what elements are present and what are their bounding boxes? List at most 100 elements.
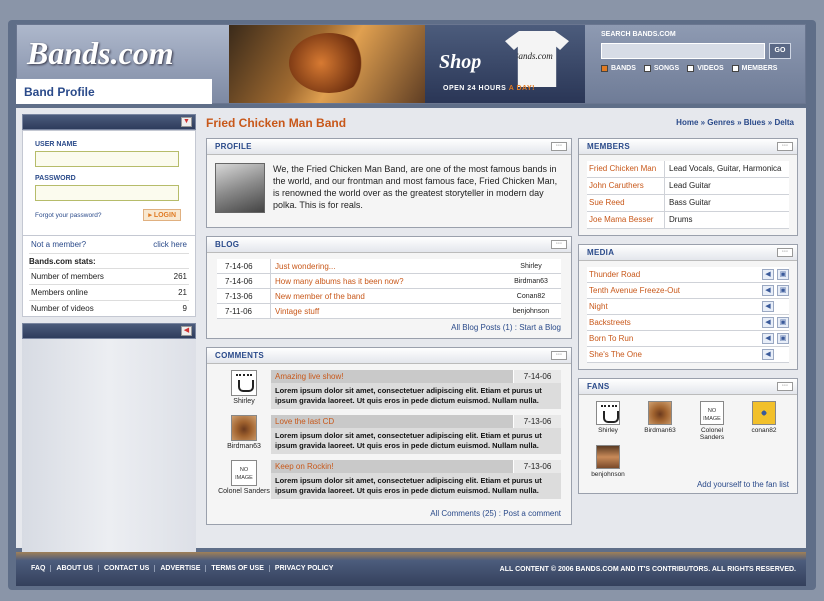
breadcrumb[interactable]: Home » Genres » Blues » Delta — [676, 118, 794, 127]
comment-title-link[interactable]: Love the last CD — [271, 415, 513, 428]
filter-checkbox[interactable] — [601, 65, 608, 72]
video-play-icon[interactable]: ▣ — [777, 317, 789, 328]
fan-name[interactable]: Shirley — [587, 427, 629, 434]
footer-link-advertise[interactable]: ADVERTISE — [155, 565, 207, 572]
comment-date: 7-13-06 — [513, 460, 561, 473]
forgot-password-link[interactable]: Forgot your password? — [35, 212, 101, 219]
comment-author-name[interactable]: Shirley — [217, 398, 271, 405]
footer-link-contact-us[interactable]: CONTACT US — [99, 565, 156, 572]
avatar[interactable] — [231, 415, 257, 441]
blog-post-title-link[interactable]: Just wondering... — [271, 262, 501, 271]
avatar[interactable] — [231, 370, 257, 396]
comment-author[interactable]: NO IMAGE Colonel Sanders — [217, 460, 271, 499]
blog-post-title-link[interactable]: New member of the band — [271, 292, 501, 301]
fan-avatar[interactable] — [648, 401, 672, 425]
login-button[interactable]: ▸ LOGIN — [143, 209, 181, 221]
fan-item[interactable]: Shirley — [587, 401, 629, 441]
media-title-link[interactable]: She's The One — [587, 350, 759, 359]
collapse-down-icon[interactable]: ▼ — [181, 117, 192, 127]
password-input[interactable] — [35, 185, 179, 201]
media-title-link[interactable]: Born To Run — [587, 334, 759, 343]
panel-toggle-icon[interactable]: ◦◦◦ — [551, 240, 567, 249]
video-play-icon[interactable]: ▣ — [777, 285, 789, 296]
search-input[interactable] — [601, 43, 765, 59]
footer-link-privacy-policy[interactable]: PRIVACY POLICY — [270, 565, 338, 572]
comment-title-link[interactable]: Amazing live show! — [271, 370, 513, 383]
fan-name[interactable]: benjohnson — [587, 471, 629, 478]
audio-play-icon[interactable]: ◀ — [762, 269, 774, 280]
fan-item[interactable]: NO IMAGE Colonel Sanders — [691, 401, 733, 441]
fan-name[interactable]: conan82 — [743, 427, 785, 434]
stat-label: Members online — [31, 288, 88, 297]
stat-label: Number of videos — [31, 304, 94, 313]
filter-songs[interactable]: SONGS — [643, 65, 679, 72]
blog-post-author[interactable]: Birdman63 — [501, 278, 561, 285]
filter-checkbox[interactable] — [687, 65, 695, 72]
member-row: John Caruthers Lead Guitar — [587, 178, 789, 195]
filter-checkbox[interactable] — [731, 65, 739, 72]
comment-title-link[interactable]: Keep on Rockin! — [271, 460, 513, 473]
comment-author-name[interactable]: Colonel Sanders — [217, 488, 271, 495]
blog-post-title-link[interactable]: Vintage stuff — [271, 307, 501, 316]
fan-item[interactable]: benjohnson — [587, 445, 629, 478]
media-title-link[interactable]: Night — [587, 302, 759, 311]
fan-avatar[interactable] — [596, 445, 620, 469]
fan-avatar[interactable] — [596, 401, 620, 425]
audio-play-icon[interactable]: ◀ — [762, 301, 774, 312]
blog-footer-links[interactable]: All Blog Posts (1) : Start a Blog — [217, 319, 561, 332]
panel-toggle-icon[interactable]: ◦◦◦ — [551, 351, 567, 360]
fan-item[interactable]: conan82 — [743, 401, 785, 441]
panel-toggle-icon[interactable]: ◦◦◦ — [777, 142, 793, 151]
filter-bands[interactable]: BANDS — [601, 65, 636, 72]
section-title: Band Profile — [24, 85, 95, 99]
shop-promo[interactable]: Shop Bands.com OPEN 24 HOURS A DAY! — [425, 25, 585, 103]
blog-post-title-link[interactable]: How many albums has it been now? — [271, 277, 501, 286]
sidebar-panel-header: ◀ — [22, 323, 196, 339]
comments-footer-links[interactable]: All Comments (25) : Post a comment — [217, 505, 561, 518]
audio-play-icon[interactable]: ◀ — [762, 349, 774, 360]
comment-author[interactable]: Shirley — [217, 370, 271, 409]
avatar[interactable]: NO IMAGE — [231, 460, 257, 486]
audio-play-icon[interactable]: ◀ — [762, 333, 774, 344]
panel-toggle-icon[interactable]: ◦◦◦ — [551, 142, 567, 151]
username-input[interactable] — [35, 151, 179, 167]
video-play-icon[interactable]: ▣ — [777, 333, 789, 344]
media-title-link[interactable]: Thunder Road — [587, 270, 759, 279]
media-title-link[interactable]: Tenth Avenue Freeze-Out — [587, 286, 759, 295]
panel-toggle-icon[interactable]: ◦◦◦ — [777, 248, 793, 257]
fan-avatar[interactable] — [752, 401, 776, 425]
join-fan-list-link[interactable]: Add yourself to the fan list — [697, 480, 789, 489]
blog-body: 7-14-06 Just wondering... Shirley 7-14-06 Ho… — [207, 253, 571, 338]
filter-members[interactable]: MEMBERS — [731, 65, 777, 72]
member-name-link[interactable]: Sue Reed — [587, 195, 665, 211]
collapse-left-icon[interactable]: ◀ — [181, 326, 192, 336]
site-logo[interactable]: Bands.com — [27, 35, 174, 72]
footer-link-about-us[interactable]: ABOUT US — [51, 565, 99, 572]
search-go-button[interactable]: GO — [769, 43, 791, 59]
member-name-link[interactable]: John Caruthers — [587, 178, 665, 194]
footer-link-terms-of-use[interactable]: TERMS OF USE — [206, 565, 270, 572]
signup-row: Not a member? click here — [29, 236, 189, 254]
signup-link[interactable]: click here — [153, 240, 187, 249]
member-name-link[interactable]: Fried Chicken Man — [587, 161, 665, 177]
media-title-link[interactable]: Backstreets — [587, 318, 759, 327]
comment-author[interactable]: Birdman63 — [217, 415, 271, 454]
comment-author-name[interactable]: Birdman63 — [217, 443, 271, 450]
filter-videos[interactable]: VIDEOS — [687, 65, 724, 72]
audio-play-icon[interactable]: ◀ — [762, 317, 774, 328]
blog-post-author[interactable]: benjohnson — [501, 308, 561, 315]
blog-post-author[interactable]: Shirley — [501, 263, 561, 270]
fan-name[interactable]: Colonel Sanders — [691, 427, 733, 441]
blog-post-author[interactable]: Conan82 — [501, 293, 561, 300]
audio-play-icon[interactable]: ◀ — [762, 285, 774, 296]
fan-avatar[interactable]: NO IMAGE — [700, 401, 724, 425]
blog-post-row: 7-14-06 Just wondering... Shirley — [217, 259, 561, 274]
video-play-icon[interactable]: ▣ — [777, 269, 789, 280]
filter-checkbox[interactable] — [643, 65, 651, 72]
panel-toggle-icon[interactable]: ◦◦◦ — [777, 382, 793, 391]
footer-link-faq[interactable]: FAQ — [26, 565, 52, 572]
fan-name[interactable]: Birdman63 — [639, 427, 681, 434]
member-name-link[interactable]: Joe Mama Besser — [587, 212, 665, 228]
fan-item[interactable]: Birdman63 — [639, 401, 681, 441]
profile-description: We, the Fried Chicken Man Band, are one … — [273, 164, 558, 210]
